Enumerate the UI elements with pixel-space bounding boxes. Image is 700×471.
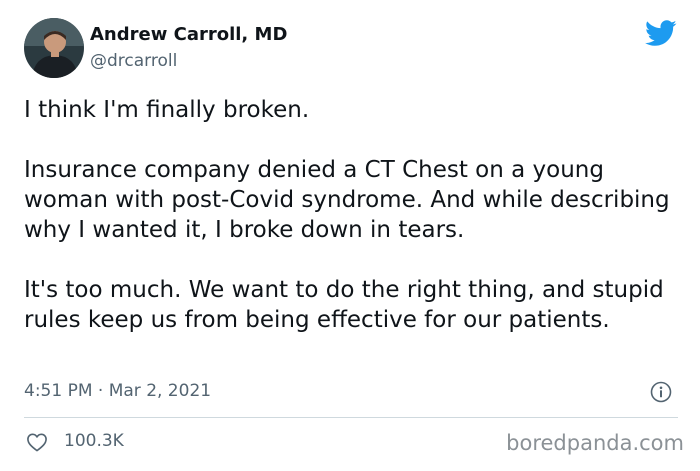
tweet-paragraph: Insurance company denied a CT Chest on a… — [24, 157, 670, 243]
author-handle[interactable]: @drcarroll — [90, 51, 177, 71]
tweet-paragraph: It's too much. We want to do the right t… — [24, 277, 664, 333]
tweet-text: I think I'm finally broken. Insurance co… — [24, 95, 684, 335]
tweet-timestamp[interactable]: 4:51 PM · Mar 2, 2021 — [24, 381, 211, 401]
author-name[interactable]: Andrew Carroll, MD — [90, 24, 287, 45]
divider — [24, 417, 678, 418]
info-icon[interactable] — [650, 381, 672, 403]
tweet-paragraph: I think I'm finally broken. — [24, 97, 310, 123]
watermark: boredpanda.com — [506, 431, 684, 455]
avatar[interactable] — [24, 18, 84, 78]
twitter-bird-icon[interactable] — [645, 20, 677, 47]
like-count[interactable]: 100.3K — [64, 431, 124, 451]
heart-icon[interactable] — [26, 432, 48, 452]
